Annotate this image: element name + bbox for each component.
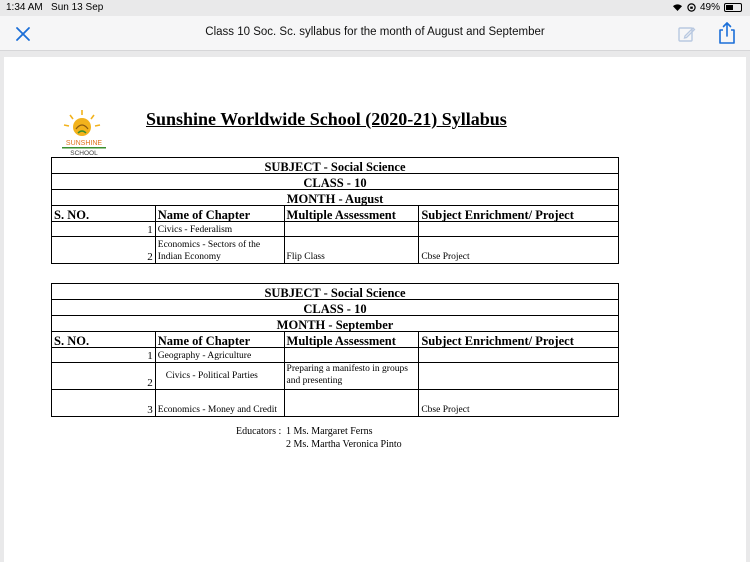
column-assessment: Multiple Assessment: [283, 331, 420, 348]
month-header: MONTH - August: [51, 189, 619, 206]
row-number: 2: [51, 236, 156, 264]
row-chapter: Civics - Political Parties: [154, 362, 285, 390]
status-time: 1:34 AM: [6, 2, 43, 13]
educators-label: Educators :: [236, 426, 282, 437]
table-row: 3 Economics - Money and Credit Cbse Proj…: [51, 389, 619, 417]
row-chapter: Economics - Sectors of the Indian Econom…: [154, 236, 285, 264]
battery-icon: [724, 3, 742, 12]
row-number: 1: [51, 221, 156, 237]
status-time-date: 1:34 AM Sun 13 Sep: [6, 2, 103, 13]
column-chapter: Name of Chapter: [154, 331, 285, 348]
row-number: 1: [51, 347, 156, 363]
class-header: CLASS - 10: [51, 299, 619, 316]
row-project: [418, 347, 619, 363]
month-header: MONTH - September: [51, 315, 619, 332]
svg-text:SCHOOL: SCHOOL: [70, 150, 98, 157]
educator-name: 1 Ms. Margaret Ferns: [286, 426, 373, 437]
column-assessment: Multiple Assessment: [283, 205, 420, 222]
row-number: 3: [51, 389, 156, 417]
august-syllabus-table: SUBJECT - Social Science CLASS - 10 MONT…: [51, 157, 619, 264]
pdf-page: SUNSHINE SCHOOL Sunshine Worldwide Schoo…: [4, 57, 746, 562]
status-indicators: 49%: [672, 2, 742, 13]
table-row: 2 Civics - Political Parties Preparing a…: [51, 362, 619, 390]
row-assessment: Preparing a manifesto in groups and pres…: [283, 362, 420, 390]
status-date: Sun 13 Sep: [51, 2, 104, 13]
document-title: Class 10 Soc. Sc. syllabus for the month…: [205, 26, 545, 38]
subject-header: SUBJECT - Social Science: [51, 157, 619, 174]
column-sno: S. NO.: [51, 331, 156, 348]
status-bar: 1:34 AM Sun 13 Sep 49%: [0, 0, 750, 16]
column-project: Subject Enrichment/ Project: [418, 331, 619, 348]
row-project: Cbse Project: [418, 389, 619, 417]
svg-text:SUNSHINE: SUNSHINE: [66, 140, 103, 147]
sun-logo-icon: SUNSHINE SCHOOL: [62, 110, 106, 157]
column-project: Subject Enrichment/ Project: [418, 205, 619, 222]
row-project: [418, 362, 619, 390]
share-icon[interactable]: [716, 21, 738, 45]
row-assessment: [283, 221, 420, 237]
row-assessment: [283, 347, 420, 363]
row-assessment: [283, 389, 420, 417]
row-assessment: Flip Class: [283, 236, 420, 264]
educator-name: 2 Ms. Martha Veronica Pinto: [286, 439, 402, 450]
subject-header: SUBJECT - Social Science: [51, 283, 619, 300]
column-chapter: Name of Chapter: [154, 205, 285, 222]
educators-list: 1 Ms. Margaret Ferns 2 Ms. Martha Veroni…: [286, 425, 402, 451]
table-row: 1 Geography - Agriculture: [51, 347, 619, 363]
school-logo: SUNSHINE SCHOOL: [56, 107, 112, 157]
battery-percent: 49%: [699, 2, 720, 13]
row-chapter: Geography - Agriculture: [154, 347, 285, 363]
orientation-lock-icon: [687, 3, 696, 12]
syllabus-title: Sunshine Worldwide School (2020-21) Syll…: [146, 109, 507, 129]
row-number: 2: [51, 362, 156, 390]
row-chapter: Civics - Federalism: [154, 221, 285, 237]
table-row: 2 Economics - Sectors of the Indian Econ…: [51, 236, 619, 264]
class-header: CLASS - 10: [51, 173, 619, 190]
navigation-bar: Class 10 Soc. Sc. syllabus for the month…: [0, 16, 750, 51]
markup-edit-icon[interactable]: [677, 24, 697, 44]
wifi-icon: [672, 4, 682, 11]
table-row: 1 Civics - Federalism: [51, 221, 619, 237]
september-syllabus-table: SUBJECT - Social Science CLASS - 10 MONT…: [51, 283, 619, 417]
row-project: [418, 221, 619, 237]
row-project: Cbse Project: [418, 236, 619, 264]
column-sno: S. NO.: [51, 205, 156, 222]
row-chapter: Economics - Money and Credit: [154, 389, 285, 417]
